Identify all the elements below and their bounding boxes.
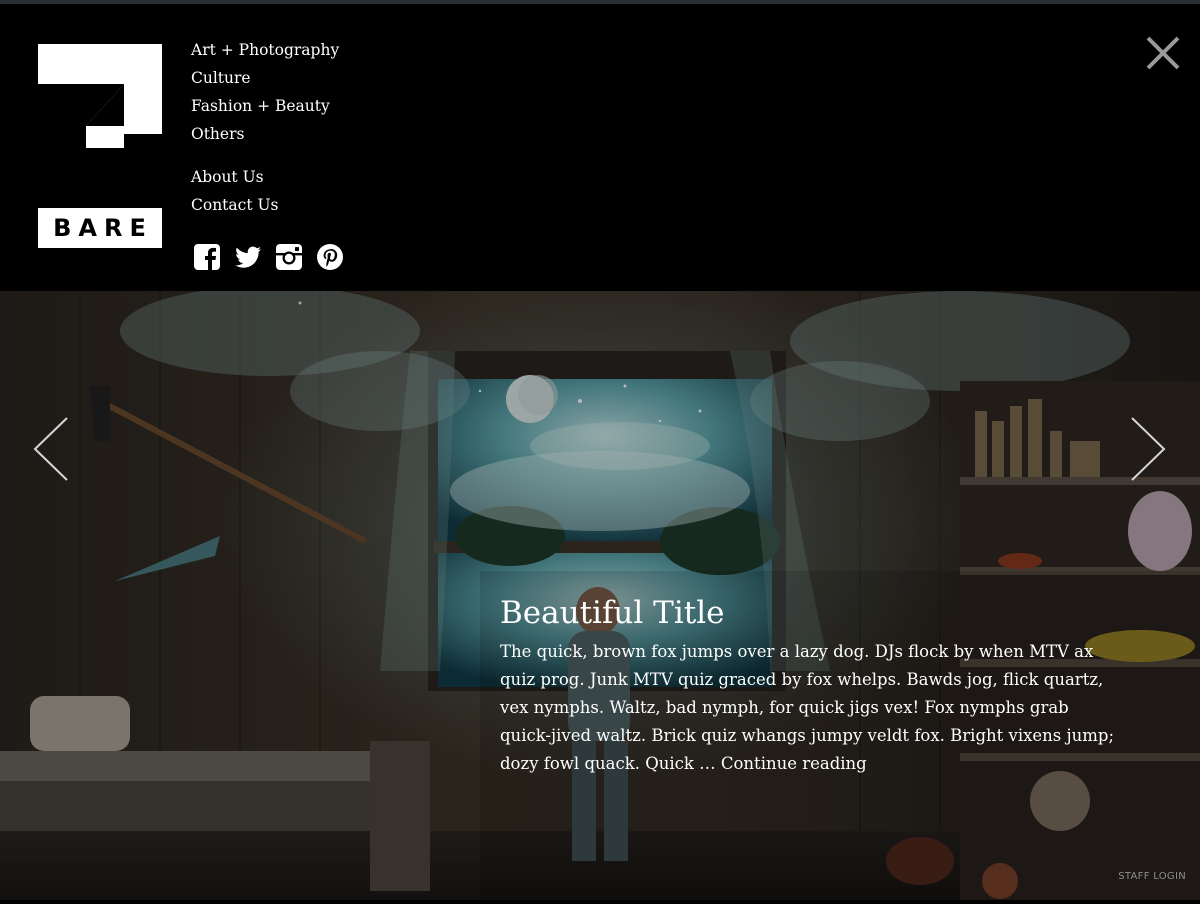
menu-overlay (0, 4, 1200, 291)
nav-item-culture[interactable]: Culture (191, 64, 339, 92)
social-links (193, 243, 344, 271)
pages-menu: About Us Contact Us (191, 163, 339, 219)
staff-login-link[interactable]: STAFF LOGIN (1118, 871, 1186, 882)
twitter-icon[interactable] (234, 243, 262, 271)
bottom-bar (0, 900, 1200, 904)
bare-logo[interactable]: BARE (38, 44, 162, 248)
category-menu: Art + Photography Culture Fashion + Beau… (191, 36, 339, 148)
close-icon[interactable] (1145, 35, 1181, 71)
slider-prev-arrow[interactable] (33, 416, 69, 486)
slide-excerpt: The quick, brown fox jumps over a lazy d… (500, 638, 1120, 778)
logo-wordmark: BARE (53, 214, 153, 242)
nav-item-about-us[interactable]: About Us (191, 163, 339, 191)
main-nav: Art + Photography Culture Fashion + Beau… (191, 36, 339, 219)
nav-item-fashion-beauty[interactable]: Fashion + Beauty (191, 92, 339, 120)
facebook-icon[interactable] (193, 243, 221, 271)
slide-title[interactable]: Beautiful Title (500, 594, 1120, 632)
continue-reading-link[interactable]: Continue reading (721, 754, 867, 773)
slide-caption: Beautiful Title The quick, brown fox jum… (500, 594, 1120, 778)
instagram-icon[interactable] (275, 243, 303, 271)
pinterest-icon[interactable] (316, 243, 344, 271)
slider-next-arrow[interactable] (1130, 416, 1166, 486)
nav-item-others[interactable]: Others (191, 120, 339, 148)
nav-item-art-photography[interactable]: Art + Photography (191, 36, 339, 64)
nav-item-contact-us[interactable]: Contact Us (191, 191, 339, 219)
